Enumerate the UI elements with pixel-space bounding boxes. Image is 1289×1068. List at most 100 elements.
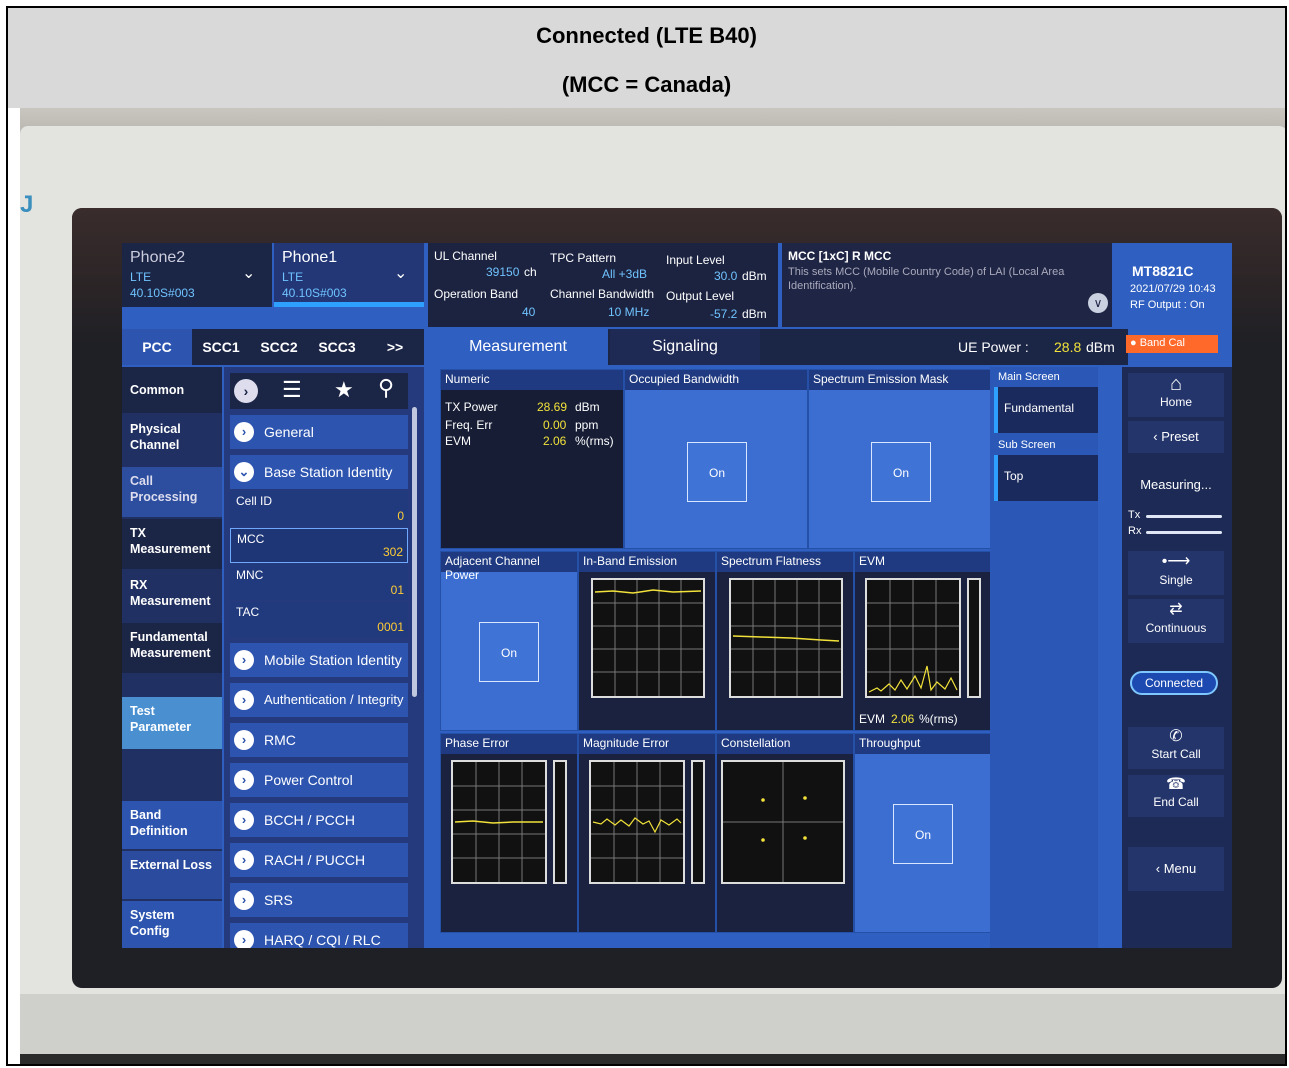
cell-throughput[interactable]: Throughput On xyxy=(854,733,992,933)
param-label: BCCH / PCCH xyxy=(264,812,356,828)
param-general-label: General xyxy=(264,424,314,440)
band-label: Operation Band xyxy=(434,287,519,301)
nav-rx-measurement[interactable]: RX Measurement xyxy=(122,571,222,621)
search-icon[interactable]: ⚲ xyxy=(378,375,394,401)
menu-button[interactable]: ‹ Menu xyxy=(1128,847,1224,891)
cell-evm[interactable]: EVM EVM 2.06 %(rms) xyxy=(854,551,992,731)
cell-spectrum-flatness[interactable]: Spectrum Flatness xyxy=(716,551,854,731)
tab-scc3[interactable]: SCC3 xyxy=(308,329,366,365)
cell-magnitude-error[interactable]: Magnitude Error xyxy=(578,733,716,933)
slide-frame: Connected (LTE B40) (MCC = Canada) Ј Pho… xyxy=(6,6,1287,1066)
field-cell-id[interactable]: Cell ID 0 xyxy=(230,491,408,526)
tx-power-label: TX Power xyxy=(445,400,498,414)
chevron-right-icon[interactable]: › xyxy=(234,379,258,403)
acp-on-button[interactable]: On xyxy=(479,622,539,682)
left-nav: Common Physical Channel Call Processing … xyxy=(122,367,222,948)
sf-trace xyxy=(731,580,841,696)
phone1-tech: LTE xyxy=(282,270,304,284)
channel-info-panel[interactable]: UL Channel 39150 ch Operation Band 40 TP… xyxy=(428,243,778,327)
phone2-name: Phone2 xyxy=(130,249,186,266)
rx-indicator xyxy=(1146,531,1222,534)
nav-physical-channel[interactable]: Physical Channel xyxy=(122,415,222,465)
bezel-logo-icon: Ј xyxy=(20,191,34,218)
tab-pcc[interactable]: PCC xyxy=(122,329,192,365)
cell-numeric[interactable]: Numeric TX Power 28.69 dBm Freq. Err 0.0… xyxy=(440,369,624,549)
param-power-control[interactable]: › Power Control xyxy=(230,763,408,797)
chevron-down-icon[interactable]: ⌄ xyxy=(394,263,407,283)
band-cal-badge[interactable]: ● Band Cal xyxy=(1126,335,1218,353)
tester-screen: Phone2 LTE 40.10S#003 ⌄ Phone1 LTE 40.10… xyxy=(122,243,1232,948)
param-bcch-pcch[interactable]: › BCCH / PCCH xyxy=(230,803,408,837)
param-rmc[interactable]: › RMC xyxy=(230,723,408,757)
param-mobile-station-identity[interactable]: › Mobile Station Identity xyxy=(230,643,408,677)
connected-label: Connected xyxy=(1144,676,1204,690)
caption-header: Connected (LTE B40) (MCC = Canada) xyxy=(8,8,1285,108)
main-tabs: Measurement Signaling UE Power : 28.8 dB… xyxy=(428,329,1128,365)
nav-call-processing[interactable]: Call Processing xyxy=(122,467,222,517)
nav-external-loss[interactable]: External Loss xyxy=(122,851,222,899)
cell-phase-error[interactable]: Phase Error xyxy=(440,733,578,933)
nav-common[interactable]: Common xyxy=(122,367,222,413)
param-general[interactable]: › General xyxy=(230,415,408,449)
scrollbar[interactable] xyxy=(412,407,417,697)
tab-measurement[interactable]: Measurement xyxy=(428,329,608,365)
main-screen-fundamental[interactable]: Fundamental xyxy=(994,387,1098,433)
nav-fundamental[interactable]: Fundamental Measurement xyxy=(122,623,222,673)
obw-on-button[interactable]: On xyxy=(687,442,747,502)
end-call-button[interactable]: ☎ End Call xyxy=(1128,775,1224,817)
cell-in-band-emission[interactable]: In-Band Emission xyxy=(578,551,716,731)
field-tac[interactable]: TAC 0001 xyxy=(230,602,408,637)
home-button[interactable]: ⌂ Home xyxy=(1128,373,1224,417)
phone-icon: ✆ xyxy=(1169,728,1183,745)
nav-band-definition[interactable]: Band Definition xyxy=(122,801,222,849)
connected-status[interactable]: Connected xyxy=(1130,671,1218,695)
chevron-left-icon: ‹ xyxy=(1153,429,1162,444)
nav-system-config[interactable]: System Config xyxy=(122,901,222,948)
ibe-plot xyxy=(591,578,705,698)
chevron-down-icon[interactable]: ⌄ xyxy=(242,263,255,283)
field-mcc[interactable]: MCC 302 xyxy=(230,528,408,563)
param-harq[interactable]: › HARQ / CQI / RLC xyxy=(230,923,408,948)
star-icon[interactable]: ★ xyxy=(334,377,354,403)
param-rach-pucch[interactable]: › RACH / PUCCH xyxy=(230,843,408,877)
output-level-value: -57.2 xyxy=(710,307,738,321)
phone2-tab[interactable]: Phone2 LTE 40.10S#003 ⌄ xyxy=(122,243,272,307)
start-call-button[interactable]: ✆ Start Call xyxy=(1128,727,1224,769)
expand-icon[interactable]: ∨ xyxy=(1088,293,1108,313)
thr-on-button[interactable]: On xyxy=(893,804,953,864)
field-mnc[interactable]: MNC 01 xyxy=(230,565,408,600)
nav-tx-measurement[interactable]: TX Measurement xyxy=(122,519,222,569)
carrier-tabs: PCC SCC1 SCC2 SCC3 >> xyxy=(122,329,424,365)
param-srs[interactable]: › SRS xyxy=(230,883,408,917)
tab-more[interactable]: >> xyxy=(366,329,424,365)
bezel-base xyxy=(20,1054,1285,1064)
param-bsi-label: Base Station Identity xyxy=(264,464,393,480)
param-base-station-identity[interactable]: ⌄ Base Station Identity xyxy=(230,455,408,489)
cell-occupied-bandwidth[interactable]: Occupied Bandwidth On xyxy=(624,369,808,549)
sub-screen-top[interactable]: Top xyxy=(994,455,1098,501)
sem-on-button[interactable]: On xyxy=(871,442,931,502)
parameter-list: › ☰ ★ ⚲ › General ⌄ Base Station Identity … xyxy=(224,367,424,948)
nav-test-parameter[interactable]: Test Parameter xyxy=(122,697,222,749)
cell-adjacent-channel-power[interactable]: Adjacent Channel Power On xyxy=(440,551,578,731)
main-screen-label: Main Screen xyxy=(998,371,1060,383)
continuous-button[interactable]: ⇄ Continuous xyxy=(1128,599,1224,643)
preset-button[interactable]: ‹ Preset xyxy=(1128,421,1224,453)
tab-signaling[interactable]: Signaling xyxy=(610,329,760,365)
single-button[interactable]: •⟶ Single xyxy=(1128,551,1224,595)
band-value: 40 xyxy=(522,305,536,319)
cell-id-value: 0 xyxy=(397,509,404,523)
sem-title: Spectrum Emission Mask xyxy=(809,370,991,390)
phone1-tab[interactable]: Phone1 LTE 40.10S#003 ⌄ xyxy=(274,243,424,307)
tab-scc2[interactable]: SCC2 xyxy=(250,329,308,365)
input-level-value: 30.0 xyxy=(714,269,738,283)
list-play-icon[interactable]: ☰ xyxy=(282,377,302,403)
cell-spectrum-emission-mask[interactable]: Spectrum Emission Mask On xyxy=(808,369,992,549)
param-label: SRS xyxy=(264,892,293,908)
param-authentication[interactable]: › Authentication / Integrity xyxy=(230,683,408,717)
tab-scc1[interactable]: SCC1 xyxy=(192,329,250,365)
chevron-right-icon: › xyxy=(234,890,254,910)
cell-constellation[interactable]: Constellation xyxy=(716,733,854,933)
param-label: Authentication / Integrity xyxy=(264,692,404,707)
constellation-points xyxy=(723,762,843,882)
